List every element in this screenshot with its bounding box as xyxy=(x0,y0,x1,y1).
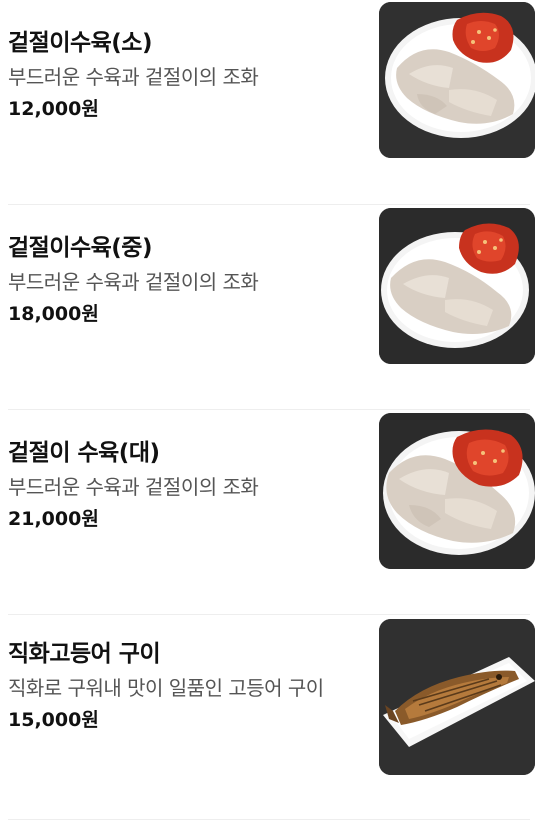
menu-item[interactable]: 겉절이수육(중) 부드러운 수육과 겉절이의 조화 18,000원 xyxy=(0,205,538,410)
menu-item-photo[interactable] xyxy=(379,619,535,775)
menu-item-price: 15,000원 xyxy=(8,709,99,731)
menu-item-photo[interactable] xyxy=(379,413,535,569)
menu-item-photo[interactable] xyxy=(379,2,535,158)
menu-item-name: 겉절이수육(소) xyxy=(8,30,152,56)
menu-item[interactable]: 겉절이 수육(대) 부드러운 수육과 겉절이의 조화 21,000원 xyxy=(0,410,538,615)
menu-item-text: 직화고등어 구이 직화로 구워내 맛이 일품인 고등어 구이 15,000원 xyxy=(8,639,353,733)
menu-item-text: 겉절이수육(소) 부드러운 수육과 겉절이의 조화 12,000원 xyxy=(8,28,353,122)
menu-item-description: 직화로 구워내 맛이 일품인 고등어 구이 xyxy=(8,676,324,700)
menu-item-price: 21,000원 xyxy=(8,508,99,530)
menu-item[interactable]: 직화고등어 구이 직화로 구워내 맛이 일품인 고등어 구이 15,000원 xyxy=(0,615,538,820)
bossam-plate-icon xyxy=(379,208,535,364)
menu-item-name: 겉절이수육(중) xyxy=(8,235,152,261)
menu-item[interactable]: 겉절이수육(소) 부드러운 수육과 겉절이의 조화 12,000원 xyxy=(0,0,538,205)
menu-item-text: 겉절이수육(중) 부드러운 수육과 겉절이의 조화 18,000원 xyxy=(8,233,353,327)
menu-item-price: 12,000원 xyxy=(8,98,99,120)
bossam-plate-icon xyxy=(379,2,535,158)
item-divider xyxy=(8,819,530,820)
menu-item-photo[interactable] xyxy=(379,208,535,364)
menu-item-name: 겉절이 수육(대) xyxy=(8,440,160,466)
menu-item-text: 겉절이 수육(대) 부드러운 수육과 겉절이의 조화 21,000원 xyxy=(8,438,353,532)
bossam-plate-icon xyxy=(379,413,535,569)
menu-item-description: 부드러운 수육과 겉절이의 조화 xyxy=(8,65,259,89)
grilled-mackerel-icon xyxy=(379,619,535,775)
menu-item-name: 직화고등어 구이 xyxy=(8,641,161,667)
menu-item-price: 18,000원 xyxy=(8,303,99,325)
menu-item-description: 부드러운 수육과 겉절이의 조화 xyxy=(8,475,259,499)
menu-list: 겉절이수육(소) 부드러운 수육과 겉절이의 조화 12,000원 겉절이수육(… xyxy=(0,0,538,820)
menu-item-description: 부드러운 수육과 겉절이의 조화 xyxy=(8,270,259,294)
